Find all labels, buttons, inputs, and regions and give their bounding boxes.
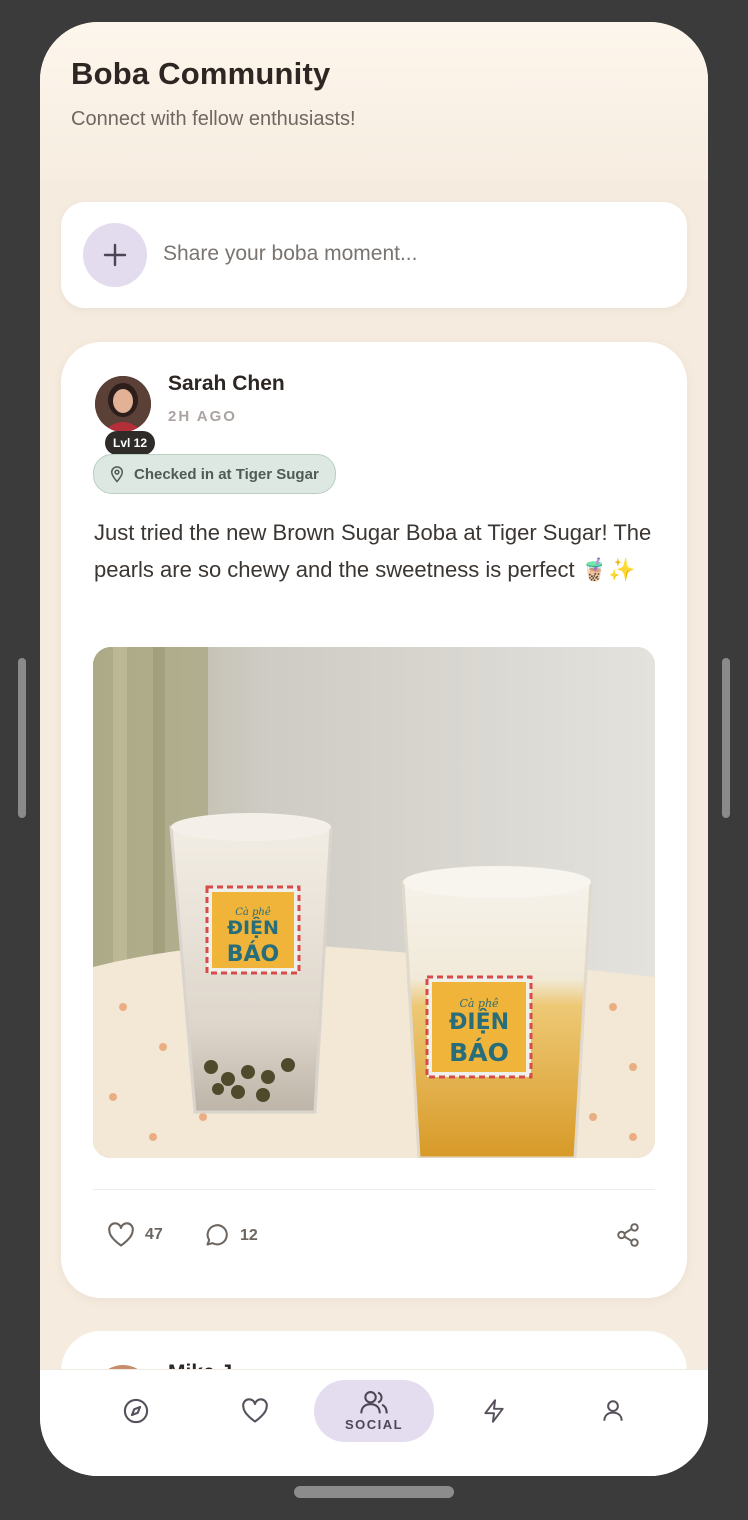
composer-input[interactable]: Share your boba moment... [163,242,417,266]
post-card: Lvl 12 Sarah Chen 2H AGO Checked in at T… [61,342,687,1298]
author-name[interactable]: Sarah Chen [168,372,285,396]
bottom-tab-bar: SOCIAL [40,1369,708,1476]
tab-explore[interactable] [96,1380,176,1442]
location-pin-icon [110,466,124,483]
like-button[interactable]: 47 [107,1222,163,1248]
heart-icon [242,1398,268,1423]
tab-social[interactable]: SOCIAL [314,1380,434,1442]
side-button-left [18,658,26,818]
label-line2-b: ĐIỆN [449,1008,509,1035]
header: Boba Community Connect with fellow enthu… [40,22,708,180]
label-line2-a: ĐIỆN [227,915,279,939]
level-badge: Lvl 12 [105,431,156,455]
side-button-right [722,658,730,818]
post-composer[interactable]: Share your boba moment... [61,202,687,308]
compass-icon [123,1398,149,1424]
like-count: 47 [145,1226,163,1243]
page-title: Boba Community [71,56,331,91]
heart-icon [108,1222,134,1247]
comment-count: 12 [240,1226,258,1244]
checkin-label: Checked in at Tiger Sugar [134,465,319,483]
user-icon [603,1400,623,1421]
checkin-badge[interactable]: Checked in at Tiger Sugar [93,454,336,494]
users-icon [360,1391,388,1414]
tab-activity[interactable] [454,1380,534,1442]
post-time: 2H AGO [168,408,237,425]
comment-button[interactable]: 12 [203,1222,258,1249]
avatar[interactable] [95,376,151,432]
tab-profile[interactable] [573,1380,653,1442]
post-text: Just tried the new Brown Sugar Boba at T… [94,520,652,582]
tab-favorites[interactable] [215,1380,295,1442]
comment-icon [206,1224,228,1246]
label-line1-b: Cà phê [459,997,499,1010]
home-indicator[interactable] [294,1486,454,1498]
label-line3-a: BÁO [227,941,280,967]
post-photo[interactable]: Cà phê ĐIỆN BÁO Cà phê ĐIỆN BÁO [93,647,655,1158]
lightning-icon [484,1399,504,1423]
share-icon [617,1223,639,1247]
divider [93,1189,655,1190]
phone-screen: Boba Community Connect with fellow enthu… [40,22,708,1476]
label-line3-b: BÁO [449,1038,509,1067]
share-button[interactable] [615,1222,641,1248]
plus-icon[interactable] [83,223,147,287]
tab-label-social: SOCIAL [344,1417,404,1432]
page-subtitle: Connect with fellow enthusiasts! [71,108,356,130]
